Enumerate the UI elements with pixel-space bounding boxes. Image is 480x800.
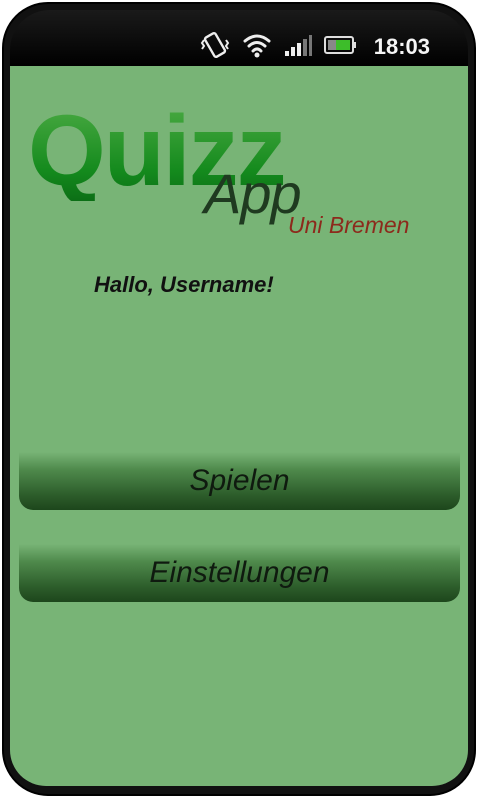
play-button[interactable]: Spielen [19, 452, 460, 510]
logo-tagline: Uni Bremen [288, 212, 410, 238]
greeting-text: Hallo, Username! [94, 272, 274, 297]
wifi-icon [242, 32, 272, 63]
signal-icon [284, 33, 312, 62]
logo-subtitle: App [204, 162, 302, 225]
status-icons: 18:03 [200, 31, 430, 64]
battery-icon [323, 34, 358, 61]
status-time: 18:03 [373, 34, 430, 59]
app-screen: Quizz App Uni Bremen Hallo, Username! Sp… [10, 66, 468, 786]
status-bar: 18:03 [10, 10, 468, 66]
vibrate-icon [200, 31, 230, 64]
device: 18:03 Quizz App Uni Bremen Hallo, Userna… [0, 0, 480, 800]
app-logo: Quizz App Uni Bremen [10, 66, 468, 256]
settings-button[interactable]: Einstellungen [19, 544, 460, 602]
